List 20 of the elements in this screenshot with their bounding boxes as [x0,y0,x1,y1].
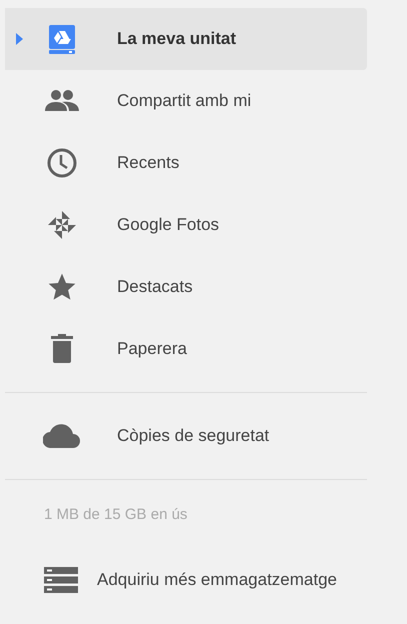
nav-item[interactable]: Destacats [5,256,367,318]
nav-label: Recents [117,152,180,174]
nav-label: Destacats [117,276,193,298]
nav-label: La meva unitat [117,28,236,50]
nav-label: Google Fotos [117,214,220,236]
nav-label: Paperera [117,338,187,360]
nav-label: Còpies de seguretat [117,425,270,448]
buy-storage-link[interactable]: Adquiriu més emmagatzematge [44,566,338,592]
nav-label: Compartit amb mi [117,90,252,112]
nav-item[interactable]: Google Fotos [5,194,367,256]
people-icon [43,89,81,113]
nav-item[interactable]: Còpies de seguretat [5,405,367,467]
nav-item[interactable]: Paperera [5,318,367,380]
nav-item[interactable]: Compartit amb mi [5,70,367,132]
storage-icon [44,566,78,592]
storage-usage: 1 MB de 15 GB en ús [44,505,188,525]
caret-icon[interactable] [16,33,23,45]
nav-item[interactable]: Recents [5,132,367,194]
cloud-icon [43,424,81,448]
nav-item[interactable]: La meva unitat [5,8,367,70]
